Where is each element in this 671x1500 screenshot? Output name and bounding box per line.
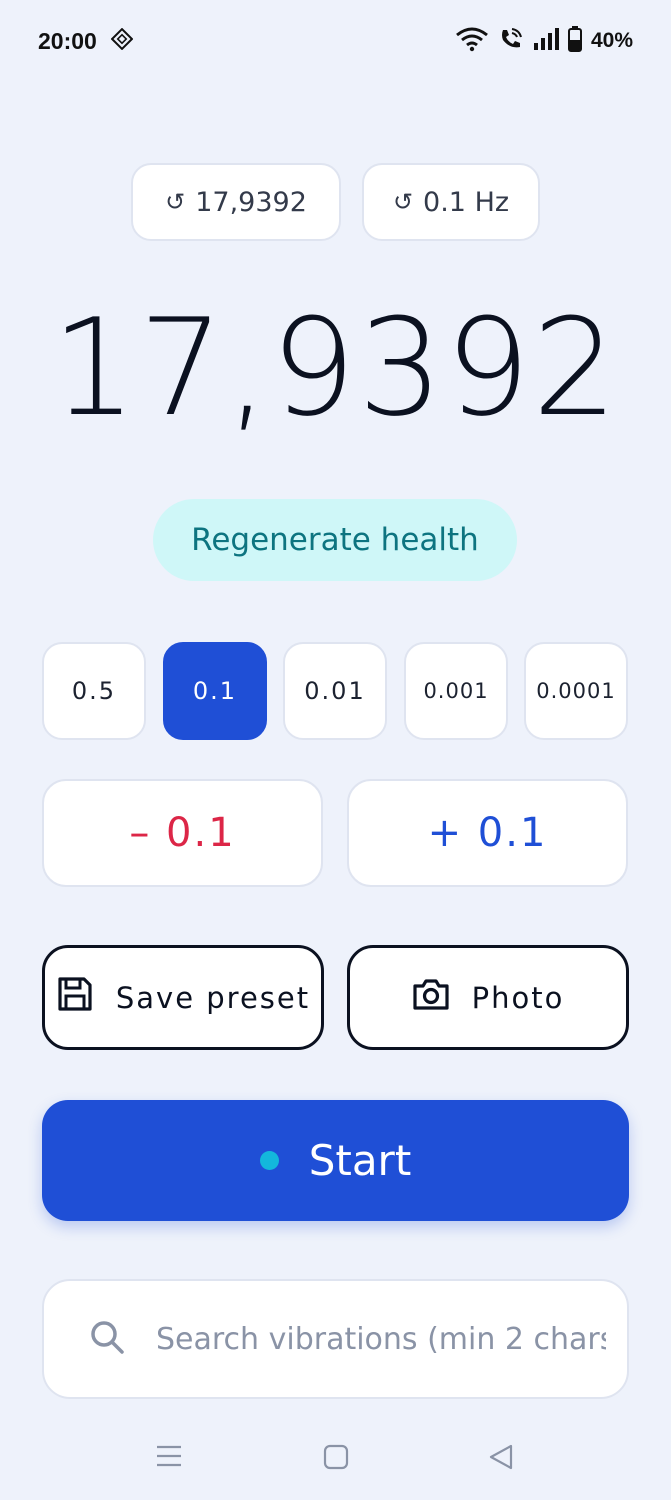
reset-icon: ↺: [165, 188, 186, 216]
search-icon: [88, 1318, 126, 1360]
floppy-disk-icon: [56, 975, 94, 1020]
step-option-0-1[interactable]: 0.1: [163, 642, 267, 740]
reset-frequency-chip[interactable]: ↺ 0.1 Hz: [362, 163, 540, 241]
preset-name-pill[interactable]: Regenerate health: [153, 499, 517, 581]
battery-icon: [567, 26, 582, 56]
search-input[interactable]: [156, 1321, 606, 1357]
decrement-button[interactable]: – 0.1: [42, 779, 323, 887]
signal-icon: [533, 27, 559, 55]
status-time: 20:00: [38, 27, 97, 54]
reset-frequency-text: 0.1 Hz: [423, 186, 510, 218]
wifi-call-icon: [498, 26, 524, 56]
app-screen: 20:00 40% ↺ 17,9392 ↺ 0.1 Hz 17,9392 Reg…: [0, 0, 671, 1500]
photo-label: Photo: [471, 980, 565, 1015]
step-option-0-0001[interactable]: 0.0001: [524, 642, 628, 740]
increment-button[interactable]: + 0.1: [347, 779, 628, 887]
status-left: 20:00: [38, 27, 134, 55]
app-notification-icon: [110, 27, 134, 54]
reset-value-text: 17,9392: [195, 186, 307, 218]
system-navigation-bar: [0, 1430, 671, 1486]
menu-icon[interactable]: [156, 1444, 182, 1472]
save-preset-button[interactable]: Save preset: [42, 945, 324, 1050]
reset-icon: ↺: [392, 188, 414, 216]
step-option-0-01[interactable]: 0.01: [283, 642, 387, 740]
step-option-0-001[interactable]: 0.001: [404, 642, 508, 740]
home-icon[interactable]: [323, 1444, 349, 1474]
search-box[interactable]: [42, 1279, 629, 1399]
start-label: Start: [308, 1136, 412, 1185]
battery-percentage: 40%: [590, 29, 633, 52]
photo-button[interactable]: Photo: [347, 945, 629, 1050]
step-option-0-5[interactable]: 0.5: [42, 642, 146, 740]
current-value-display: 17,9392: [51, 290, 620, 446]
save-preset-label: Save preset: [115, 980, 311, 1015]
camera-icon: [412, 977, 450, 1018]
wifi-icon: [455, 26, 489, 56]
status-dot-icon: [259, 1151, 279, 1170]
start-button[interactable]: Start: [42, 1100, 629, 1221]
status-right: 40%: [455, 26, 633, 56]
back-icon[interactable]: [488, 1444, 514, 1474]
status-bar: 20:00 40%: [38, 22, 633, 60]
reset-value-chip[interactable]: ↺ 17,9392: [131, 163, 341, 241]
